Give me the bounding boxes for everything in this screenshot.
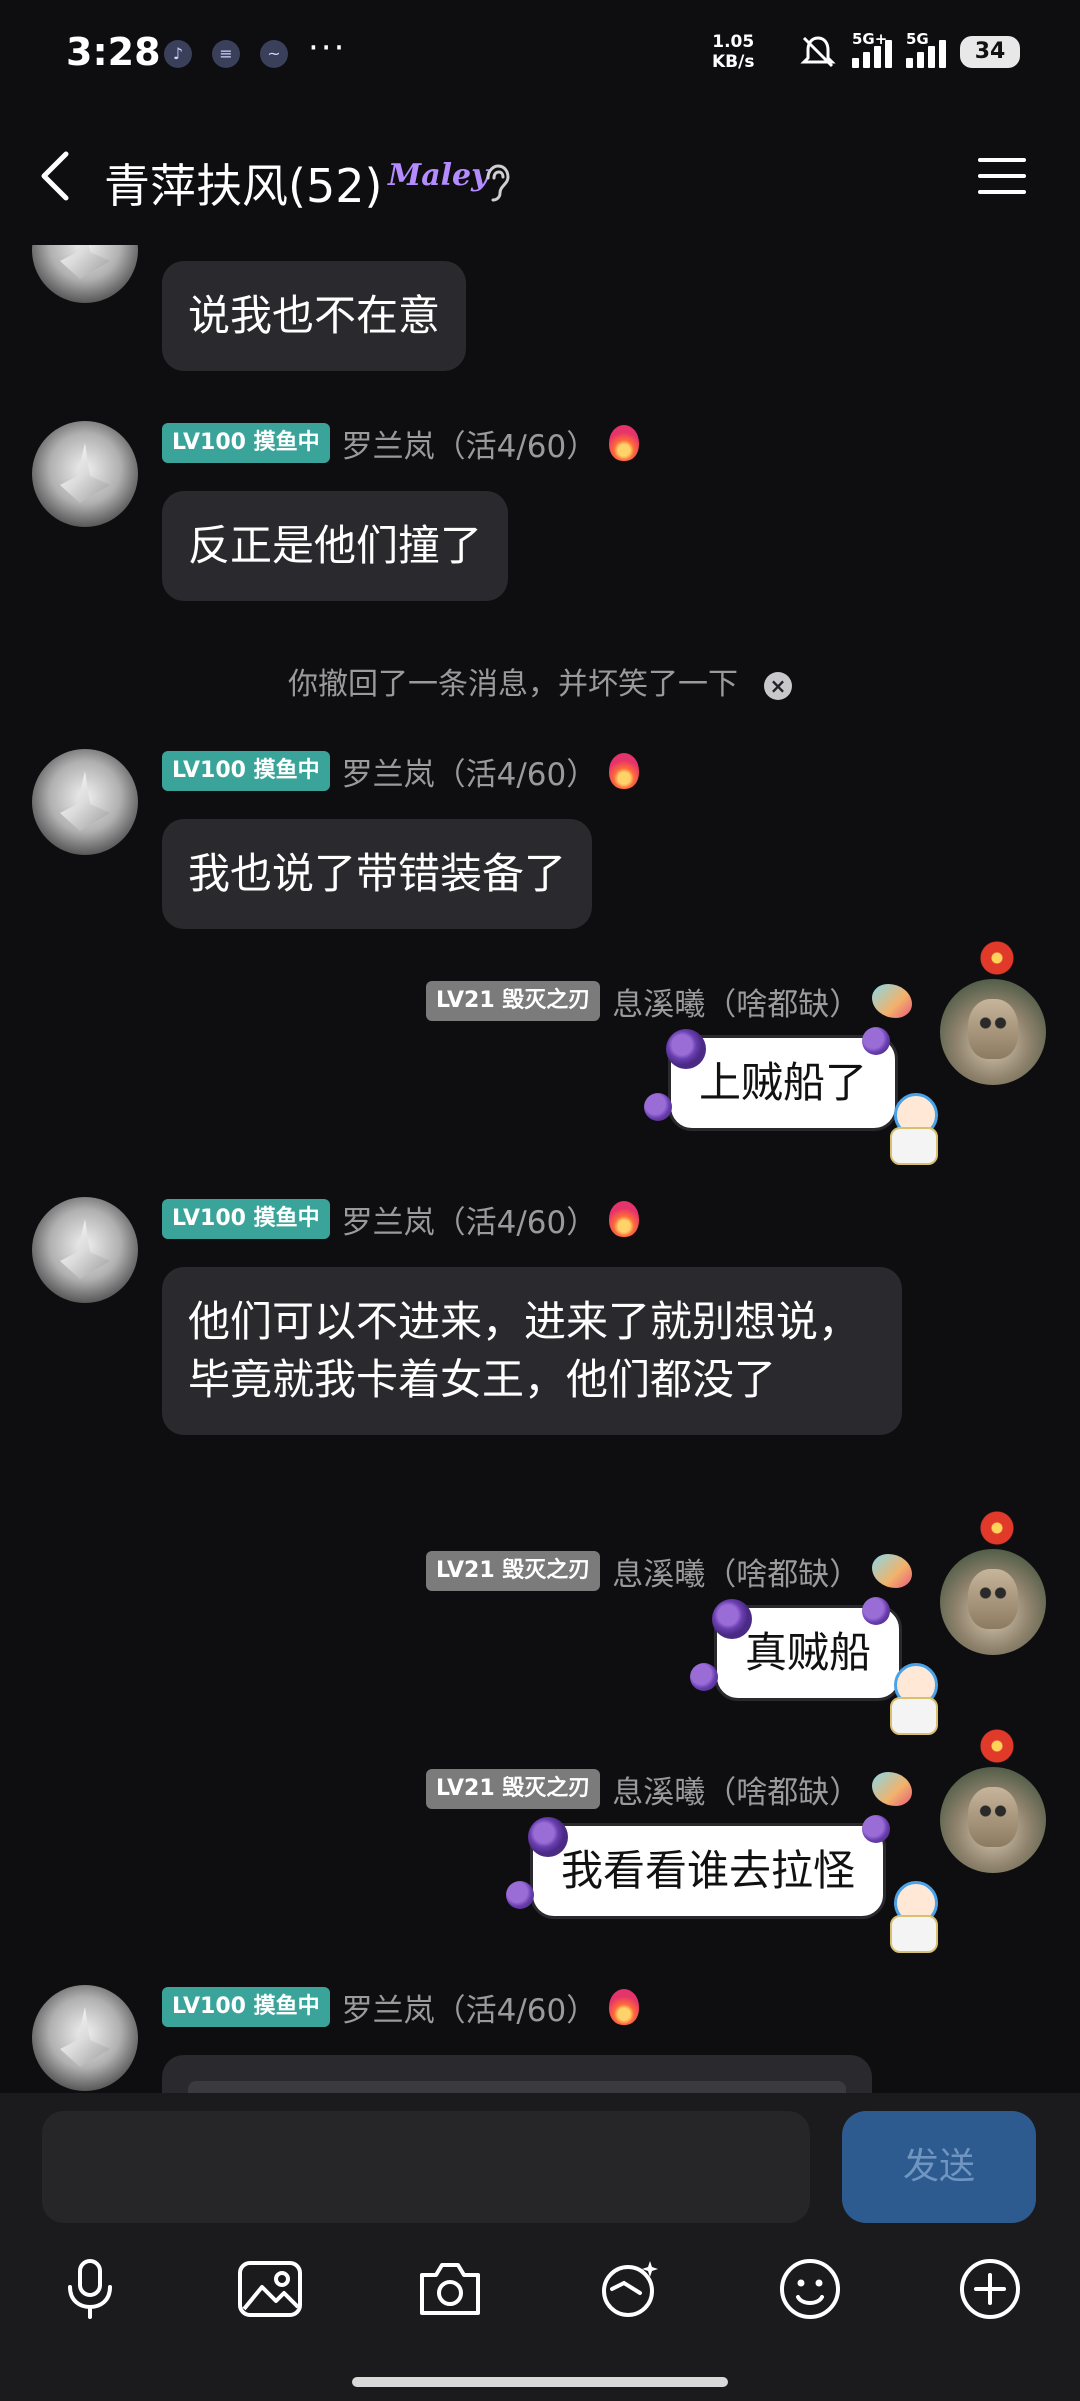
virus-icon — [528, 1817, 568, 1857]
message-meta: LV100 摸鱼中 罗兰岚（活4/60） — [162, 1985, 640, 2030]
avatar[interactable] — [32, 421, 138, 527]
nurse-icon — [884, 1881, 940, 1953]
level-badge: LV21 毁灭之刃 — [426, 1769, 601, 1809]
flower-icon — [980, 1729, 1014, 1763]
system-notice-text: 你撤回了一条消息，并坏笑了一下 — [288, 667, 738, 702]
virus-icon — [690, 1663, 718, 1691]
message-meta: LV21 毁灭之刃 息溪曦（啥都缺） — [426, 979, 913, 1024]
level-badge: LV100 摸鱼中 — [162, 1987, 330, 2027]
maley-badge-icon: Maley — [388, 158, 489, 193]
message-bubble[interactable]: 说我也不在意 — [162, 261, 467, 371]
level-badge: LV21 毁灭之刃 — [426, 1551, 601, 1591]
message-meta: LV21 毁灭之刃 息溪曦（啥都缺） — [426, 1549, 913, 1594]
magic-icon[interactable] — [594, 2253, 666, 2325]
status-time: 3:28 — [66, 30, 161, 74]
virus-icon — [862, 1027, 890, 1055]
quoted-preview — [188, 2081, 846, 2093]
sender-name[interactable]: 罗兰岚（活4/60） — [342, 1985, 598, 2030]
message-bubble[interactable]: 他们可以不进来，进来了就别想说，毕竟就我卡着女王，他们都没了 — [162, 1267, 902, 1435]
emoji-icon[interactable] — [774, 2253, 846, 2325]
avatar[interactable] — [940, 1767, 1046, 1873]
nurse-icon — [884, 1093, 940, 1165]
sender-name[interactable]: 息溪曦（啥都缺） — [612, 1549, 860, 1594]
sender-name[interactable]: 罗兰岚（活4/60） — [342, 1197, 598, 1242]
menu-icon[interactable] — [976, 152, 1028, 200]
level-badge: LV100 摸鱼中 — [162, 423, 330, 463]
virus-icon — [666, 1029, 706, 1069]
send-button[interactable]: 发送 — [842, 2111, 1036, 2223]
avatar[interactable] — [32, 245, 138, 303]
app-notification-icon-2: ~ — [260, 40, 288, 68]
fire-icon — [609, 425, 640, 461]
message-bubble[interactable] — [162, 2055, 872, 2093]
message-meta: LV100 摸鱼中 罗兰岚（活4/60） — [162, 421, 640, 466]
flower-icon — [980, 941, 1014, 975]
mute-bell-icon — [800, 36, 836, 68]
level-badge: LV100 摸鱼中 — [162, 751, 330, 791]
close-icon[interactable]: × — [764, 671, 792, 700]
camera-icon[interactable] — [414, 2253, 486, 2325]
system-notice: 你撤回了一条消息，并坏笑了一下 × — [0, 659, 1080, 703]
avatar[interactable] — [32, 1985, 138, 2091]
signal-sim2-icon: 5G — [906, 30, 946, 68]
battery-icon: 34 — [960, 36, 1020, 68]
group-title[interactable]: 青萍扶风(52) — [104, 150, 382, 216]
virus-icon — [862, 1597, 890, 1625]
message-meta: LV21 毁灭之刃 息溪曦（啥都缺） — [426, 1767, 913, 1812]
virus-icon — [506, 1881, 534, 1909]
sticker-bubble[interactable]: 我看看谁去拉怪 — [530, 1823, 887, 1919]
network-speed: 1.05 KB/s — [712, 32, 755, 72]
message-input[interactable] — [42, 2111, 810, 2223]
signal-sim1-icon: 5G+ — [852, 30, 892, 68]
composer: 发送 — [0, 2093, 1080, 2401]
virus-icon — [712, 1599, 752, 1639]
virus-icon — [862, 1815, 890, 1843]
app-notification-icon: ≡ — [212, 40, 240, 68]
mic-icon[interactable] — [54, 2253, 126, 2325]
tiktok-icon: ♪ — [164, 40, 192, 68]
status-right: 5G+ 5G 34 — [798, 30, 1020, 74]
message-bubble[interactable]: 反正是他们撞了 — [162, 491, 509, 601]
fire-icon — [609, 753, 640, 789]
home-indicator[interactable] — [352, 2377, 728, 2387]
back-icon[interactable] — [36, 146, 76, 206]
dragon-icon — [872, 1772, 913, 1806]
message-bubble[interactable]: 我也说了带错装备了 — [162, 819, 593, 929]
virus-icon — [644, 1093, 672, 1121]
avatar[interactable] — [32, 749, 138, 855]
fire-icon — [609, 1989, 640, 2025]
message-meta: LV100 摸鱼中 罗兰岚（活4/60） — [162, 749, 640, 794]
avatar[interactable] — [32, 1197, 138, 1303]
avatar[interactable] — [940, 1549, 1046, 1655]
message-list[interactable]: 说我也不在意 LV100 摸鱼中 罗兰岚（活4/60） 反正是他们撞了 你撤回了… — [0, 245, 1080, 2093]
level-badge: LV21 毁灭之刃 — [426, 981, 601, 1021]
plus-icon[interactable] — [954, 2253, 1026, 2325]
composer-toolbar — [0, 2253, 1080, 2333]
avatar[interactable] — [940, 979, 1046, 1085]
chat-header: 青萍扶风(52) Maley — [0, 110, 1080, 245]
sender-name[interactable]: 息溪曦（啥都缺） — [612, 1767, 860, 1812]
sender-name[interactable]: 息溪曦（啥都缺） — [612, 979, 860, 1024]
dragon-icon — [872, 1554, 913, 1588]
message-meta: LV100 摸鱼中 罗兰岚（活4/60） — [162, 1197, 640, 1242]
dragon-icon — [872, 984, 913, 1018]
image-icon[interactable] — [234, 2253, 306, 2325]
fire-icon — [609, 1201, 640, 1237]
flower-icon — [980, 1511, 1014, 1545]
level-badge: LV100 摸鱼中 — [162, 1199, 330, 1239]
sender-name[interactable]: 罗兰岚（活4/60） — [342, 749, 598, 794]
nurse-icon — [884, 1663, 940, 1735]
ear-icon[interactable] — [480, 162, 512, 204]
more-notifications-icon: ··· — [308, 28, 347, 68]
sender-name[interactable]: 罗兰岚（活4/60） — [342, 421, 598, 466]
status-bar: 3:28 ♪ ≡ ~ ··· 1.05 KB/s 5G+ 5G 34 — [0, 0, 1080, 110]
